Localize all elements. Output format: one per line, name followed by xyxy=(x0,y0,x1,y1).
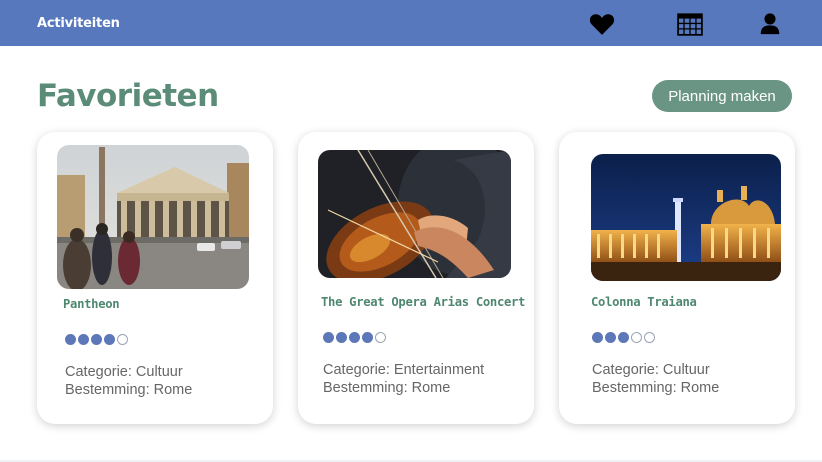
card-meta: Categorie: Cultuur Bestemming: Rome xyxy=(592,361,719,397)
category-label: Categorie: Entertainment xyxy=(323,362,485,378)
rating-dot-filled xyxy=(65,334,76,345)
rating-dot-empty xyxy=(631,332,642,343)
category-label: Categorie: Cultuur xyxy=(65,364,183,380)
rating-dot-filled xyxy=(78,334,89,345)
destination-label: Bestemming: Rome xyxy=(65,382,193,398)
rating-dot-filled xyxy=(605,332,616,343)
heart-icon[interactable] xyxy=(589,12,615,36)
destination-label: Bestemming: Rome xyxy=(323,380,451,396)
user-icon[interactable] xyxy=(758,12,782,36)
rating-dot-empty xyxy=(644,332,655,343)
calendar-icon[interactable] xyxy=(677,12,703,36)
rating-dots xyxy=(323,332,386,343)
card-title[interactable]: The Great Opera Arias Concert xyxy=(321,295,525,309)
rating-dot-filled xyxy=(323,332,334,343)
destination-label: Bestemming: Rome xyxy=(592,380,720,396)
card-meta: Categorie: Entertainment Bestemming: Rom… xyxy=(323,361,484,397)
category-label: Categorie: Cultuur xyxy=(592,362,710,378)
rating-dot-filled xyxy=(592,332,603,343)
card-title[interactable]: Pantheon xyxy=(63,297,120,311)
colonna-traiana-night-photo xyxy=(591,154,781,281)
card-title[interactable]: Colonna Traiana xyxy=(591,295,697,309)
rating-dot-filled xyxy=(104,334,115,345)
activity-card-colonna-traiana[interactable]: Colonna Traiana Categorie: Cultuur Beste… xyxy=(559,132,795,424)
rating-dot-filled xyxy=(349,332,360,343)
rating-dot-filled xyxy=(336,332,347,343)
rating-dot-empty xyxy=(375,332,386,343)
card-meta: Categorie: Cultuur Bestemming: Rome xyxy=(65,363,192,399)
page-title: Favorieten xyxy=(37,78,219,114)
app-title[interactable]: Activiteiten xyxy=(37,16,120,31)
rating-dots xyxy=(65,334,128,345)
violin-concert-photo xyxy=(318,150,511,278)
activity-card-opera-concert[interactable]: The Great Opera Arias Concert Categorie:… xyxy=(298,132,534,424)
top-bar: Activiteiten xyxy=(0,0,822,46)
planning-maken-button[interactable]: Planning maken xyxy=(652,80,792,112)
rating-dot-filled xyxy=(618,332,629,343)
pantheon-photo xyxy=(57,145,249,289)
activity-card-pantheon[interactable]: Pantheon Categorie: Cultuur Bestemming: … xyxy=(37,132,273,424)
rating-dots xyxy=(592,332,655,343)
rating-dot-filled xyxy=(362,332,373,343)
rating-dot-empty xyxy=(117,334,128,345)
rating-dot-filled xyxy=(91,334,102,345)
